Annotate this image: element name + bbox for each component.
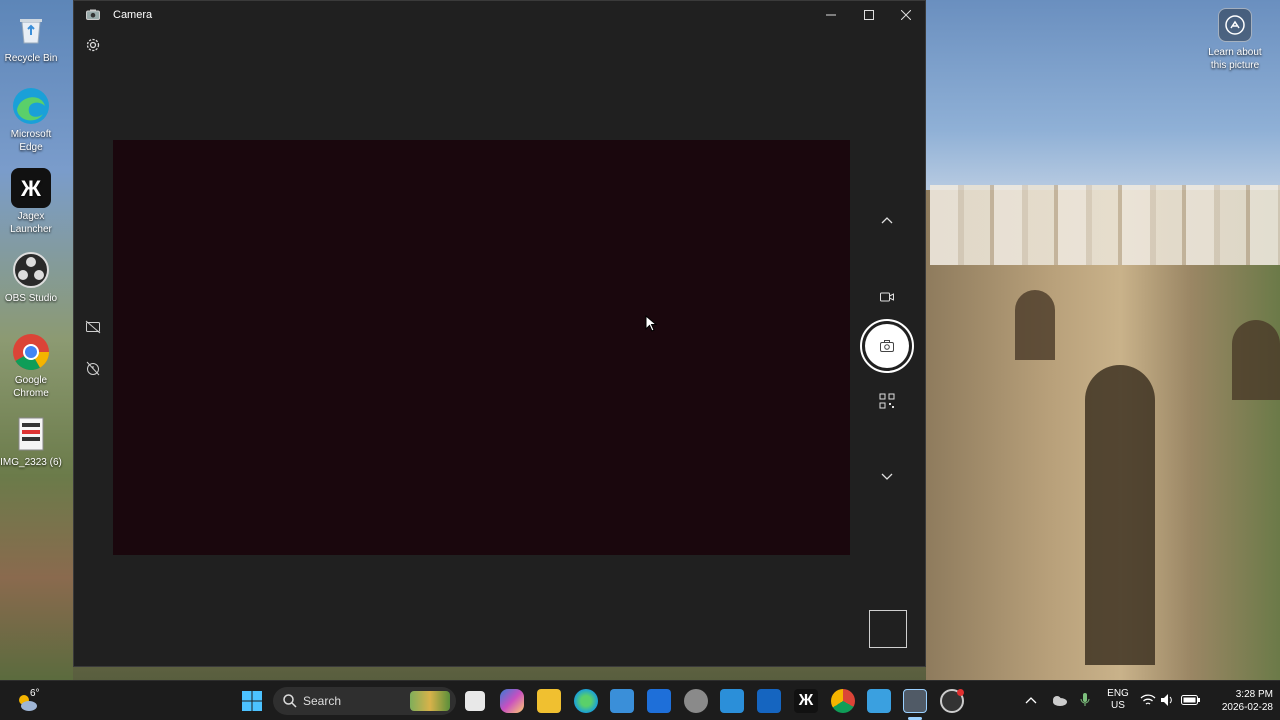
copilot-icon[interactable]	[500, 689, 524, 713]
weather-temp: 6°	[30, 688, 40, 699]
desktop-icon-image-file[interactable]: IMG_2323 (6)	[0, 414, 62, 469]
desktop-icon-google-chrome[interactable]: Google Chrome	[0, 332, 62, 400]
taskbar: 6° Search Ж ENG US 3:28 PM 2026-02-28	[0, 680, 1280, 720]
desktop-icon-label: IMG_2323 (6)	[0, 457, 62, 468]
maximize-icon	[864, 10, 874, 20]
battery-icon[interactable]	[1181, 694, 1201, 706]
chevron-up-icon[interactable]	[879, 213, 895, 229]
minimize-icon	[826, 14, 836, 16]
settings-gear-icon[interactable]	[85, 37, 101, 53]
camera-preview[interactable]	[113, 140, 850, 555]
camera-app-icon	[86, 9, 100, 20]
desktop-icon-microsoft-edge[interactable]: Microsoft Edge	[0, 86, 62, 154]
task-view-icon[interactable]	[465, 691, 485, 711]
desktop-icon-label: Google Chrome	[13, 375, 49, 399]
desktop-icon-label: Microsoft Edge	[10, 129, 52, 153]
desktop-icon-label: OBS Studio	[4, 293, 58, 304]
app-icon-light-blue[interactable]	[867, 689, 891, 713]
window-title: Camera	[113, 9, 153, 21]
video-mode-icon[interactable]	[879, 289, 895, 305]
shutter-inner	[865, 324, 909, 368]
desktop-icon-obs-studio[interactable]: OBS Studio	[0, 250, 62, 305]
last-capture-thumbnail[interactable]	[869, 610, 907, 648]
minimize-button[interactable]	[812, 1, 850, 29]
clock-time: 3:28 PM	[1235, 689, 1273, 700]
camera-window: Camera	[73, 0, 926, 667]
settings-taskbar-icon[interactable]	[684, 689, 708, 713]
language-line1: ENG	[1107, 688, 1129, 699]
close-button[interactable]	[887, 1, 925, 29]
clock[interactable]: 3:28 PM 2026-02-28	[1205, 688, 1273, 714]
title-bar[interactable]: Camera	[74, 1, 925, 31]
edge-taskbar-icon[interactable]	[574, 689, 598, 713]
take-photo-button[interactable]	[860, 319, 914, 373]
chevron-down-icon[interactable]	[879, 468, 895, 484]
desktop-icon-recycle-bin[interactable]: Recycle Bin	[0, 10, 62, 65]
app-icon-photos[interactable]	[720, 689, 744, 713]
jagex-launcher-icon: Ж	[11, 168, 51, 208]
wallpaper-town	[930, 185, 1280, 265]
desktop-icon-label: Jagex Launcher	[10, 211, 52, 235]
search-icon	[283, 694, 297, 708]
learn-about-picture[interactable]: Learn about this picture	[1200, 8, 1270, 72]
image-file-icon	[11, 414, 51, 454]
wallpaper-small-arch	[1015, 290, 1055, 360]
language-indicator[interactable]: ENG US	[1107, 688, 1129, 712]
app-icon-blue[interactable]	[647, 689, 671, 713]
mouse-cursor-icon	[645, 315, 657, 332]
search-highlight-image	[410, 691, 450, 711]
qr-code-icon[interactable]	[879, 393, 895, 409]
microphone-icon[interactable]	[1079, 692, 1091, 708]
obs-studio-icon	[11, 250, 51, 290]
taskbar-search[interactable]: Search	[273, 687, 456, 715]
recording-badge	[957, 689, 964, 696]
desktop-icon-jagex-launcher[interactable]: Ж Jagex Launcher	[0, 168, 62, 236]
maximize-button[interactable]	[850, 1, 888, 29]
close-icon	[901, 10, 911, 20]
timer-off-icon[interactable]	[85, 360, 101, 376]
desktop-icon-label: Recycle Bin	[4, 53, 58, 64]
chrome-icon	[11, 332, 51, 372]
recycle-bin-icon	[11, 10, 51, 50]
windows-start-icon[interactable]	[240, 689, 264, 713]
hdr-off-icon[interactable]	[85, 319, 101, 335]
wallpaper-small-arch-right	[1232, 320, 1280, 400]
wallpaper-bridge-arch	[1085, 365, 1155, 665]
edge-icon	[11, 86, 51, 126]
clock-date: 2026-02-28	[1221, 702, 1273, 713]
chrome-taskbar-icon[interactable]	[831, 689, 855, 713]
camera-taskbar-icon[interactable]	[903, 689, 927, 713]
file-explorer-icon[interactable]	[537, 689, 561, 713]
language-line2: US	[1111, 700, 1125, 711]
onedrive-icon[interactable]	[1050, 693, 1068, 707]
camera-info-icon	[1218, 8, 1252, 42]
volume-icon[interactable]	[1160, 693, 1174, 707]
outlook-icon[interactable]	[757, 689, 781, 713]
search-placeholder: Search	[303, 694, 342, 708]
learn-about-label: Learn about this picture	[1208, 47, 1262, 71]
microsoft-store-icon[interactable]	[610, 689, 634, 713]
chevron-up-tray-icon[interactable]	[1025, 695, 1037, 705]
jagex-taskbar-icon[interactable]: Ж	[794, 689, 818, 713]
camera-icon	[880, 340, 894, 352]
wifi-icon[interactable]	[1140, 693, 1156, 707]
